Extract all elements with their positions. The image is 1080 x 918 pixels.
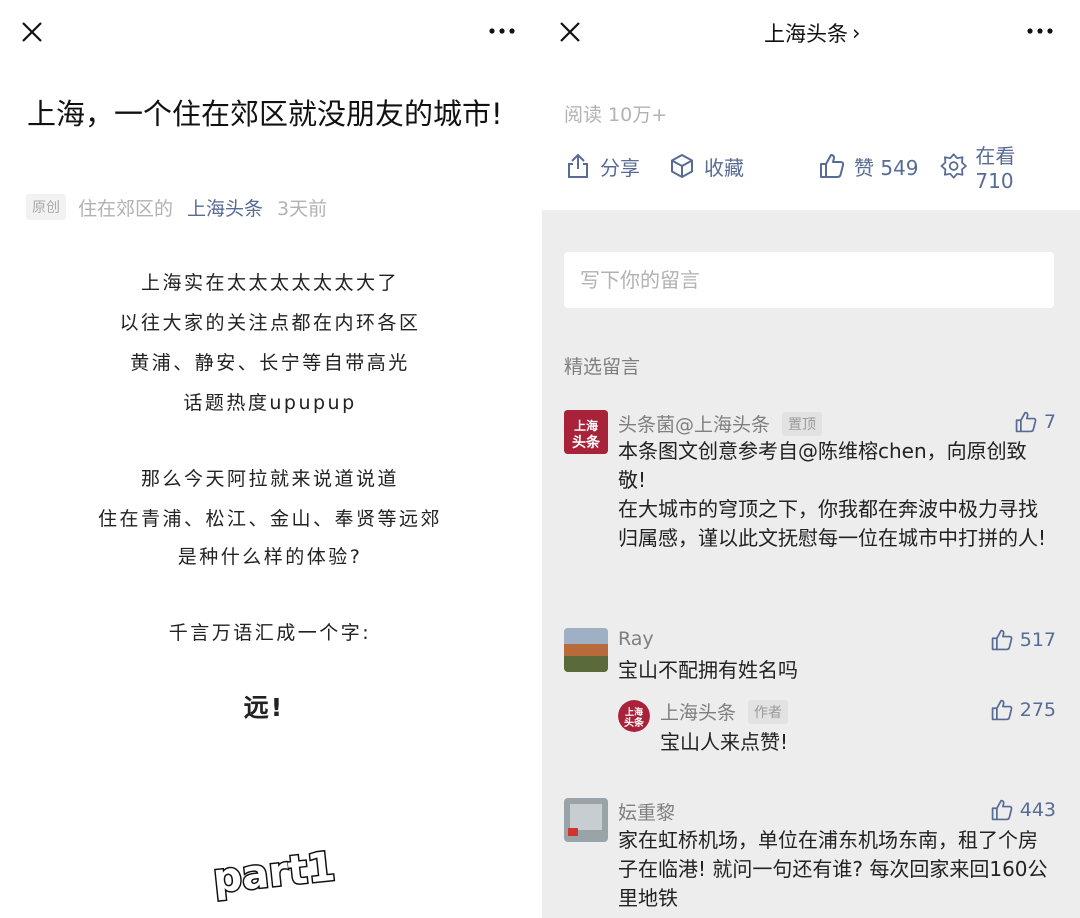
more-icon[interactable] bbox=[488, 24, 516, 38]
like-button[interactable]: 赞 549 bbox=[818, 146, 919, 186]
poem-line: 千言万语汇成一个字: bbox=[168, 622, 372, 644]
comment-item: Ray 517 宝山不配拥有姓名吗 bbox=[564, 628, 1056, 688]
comments-section: 写下你的留言 精选留言 上海 头条 头条菌@上海头条 置顶 7 本条图文创意参考… bbox=[542, 210, 1080, 918]
thumbs-up-icon bbox=[1015, 411, 1037, 433]
account-link[interactable]: 上海头条 bbox=[187, 194, 263, 221]
share-button[interactable]: 分享 bbox=[564, 146, 640, 186]
comment-like-button[interactable]: 7 bbox=[1014, 410, 1056, 434]
commenter-name[interactable]: Ray bbox=[618, 628, 654, 650]
avatar[interactable] bbox=[564, 628, 608, 672]
comments-panel: 上海头条 › 阅读 10万+ 分享 收藏 赞 549 在看 710 写下你的留言… bbox=[542, 0, 1080, 918]
poem-line: 话题热度upupup bbox=[183, 392, 357, 414]
watching-button[interactable]: 在看 710 bbox=[940, 144, 1058, 193]
cube-icon bbox=[671, 154, 693, 178]
svg-text:头条: 头条 bbox=[624, 716, 645, 729]
commenter-name-text: 上海头条 bbox=[660, 702, 737, 724]
avatar[interactable] bbox=[564, 798, 608, 842]
thumbs-up-icon bbox=[991, 799, 1013, 821]
svg-text:头条: 头条 bbox=[572, 434, 601, 451]
featured-comments-label: 精选留言 bbox=[564, 356, 641, 378]
comment-like-button[interactable]: 517 bbox=[990, 628, 1056, 652]
comment-text: 宝山不配拥有姓名吗 bbox=[618, 658, 798, 682]
landscape-avatar-icon bbox=[564, 628, 608, 672]
brand-logo-icon: 上海 头条 bbox=[564, 410, 608, 454]
author-tag: 作者 bbox=[748, 699, 789, 724]
article-title: 上海，一个住在郊区就没朋友的城市! bbox=[27, 97, 503, 131]
poem-line: 是种什么样的体验? bbox=[177, 546, 363, 568]
commenter-name[interactable]: 上海头条 作者 bbox=[660, 698, 789, 725]
comment-like-count: 517 bbox=[1019, 629, 1056, 651]
svg-text:上海: 上海 bbox=[625, 706, 643, 718]
read-count: 阅读 10万+ bbox=[564, 104, 668, 126]
comment-like-button[interactable]: 275 bbox=[990, 698, 1056, 722]
poem-line: 以往大家的关注点都在内环各区 bbox=[119, 312, 421, 334]
comment-item: 上海 头条 头条菌@上海头条 置顶 7 本条图文创意参考自@陈维榕chen，向原… bbox=[564, 410, 1056, 590]
share-icon bbox=[568, 153, 588, 178]
author-name: 住在郊区的 bbox=[78, 197, 174, 220]
article-meta: 原创 住在郊区的 上海头条 3天前 bbox=[26, 193, 327, 221]
comment-like-button[interactable]: 443 bbox=[990, 798, 1056, 822]
thumbs-up-icon bbox=[991, 629, 1013, 651]
part-logo: part1 bbox=[212, 842, 336, 904]
account-title-text: 上海头条 bbox=[764, 22, 848, 46]
part-logo-text: part1 bbox=[212, 844, 336, 903]
poem-line: 住在青浦、松江、金山、奉贤等远郊 bbox=[97, 508, 442, 530]
chevron-right-icon: › bbox=[852, 21, 861, 45]
avatar[interactable]: 上海 头条 bbox=[618, 700, 650, 732]
pinned-tag: 置顶 bbox=[782, 411, 823, 436]
photo-avatar-icon bbox=[564, 798, 608, 842]
svg-text:上海: 上海 bbox=[574, 418, 598, 433]
avatar[interactable]: 上海 头条 bbox=[564, 410, 608, 454]
comment-like-count: 275 bbox=[1019, 699, 1056, 721]
comment-input[interactable]: 写下你的留言 bbox=[564, 252, 1054, 308]
emphasis-text: 远! bbox=[243, 693, 285, 722]
commenter-name[interactable]: 妘重黎 bbox=[618, 798, 675, 825]
action-bar: 分享 收藏 赞 549 在看 710 bbox=[564, 144, 1058, 193]
author-reply: 上海 头条 上海头条 作者 275 宝山人来点赞! bbox=[618, 698, 1056, 758]
comment-item: 妘重黎 443 家在虹桥机场，单位在浦东机场东南，租了个房子在临港! 就问一句还… bbox=[564, 798, 1056, 918]
commenter-name-text: 头条菌@上海头条 bbox=[618, 414, 771, 436]
like-count: 赞 549 bbox=[854, 155, 919, 180]
publish-time: 3天前 bbox=[277, 197, 328, 220]
comment-like-count: 443 bbox=[1019, 799, 1056, 821]
poem-line: 黄浦、静安、长宁等自带高光 bbox=[130, 352, 410, 374]
comment-text: 家在虹桥机场，单位在浦东机场东南，租了个房子在临港! 就问一句还有谁? 每次回家… bbox=[618, 828, 1048, 910]
collect-label: 收藏 bbox=[704, 155, 744, 180]
comment-text: 宝山人来点赞! bbox=[660, 730, 789, 754]
close-icon[interactable] bbox=[558, 20, 582, 44]
share-label: 分享 bbox=[600, 155, 640, 180]
more-icon[interactable] bbox=[1026, 24, 1054, 38]
article-panel: 上海，一个住在郊区就没朋友的城市! 原创 住在郊区的 上海头条 3天前 上海实在… bbox=[0, 0, 540, 918]
collect-button[interactable]: 收藏 bbox=[668, 146, 744, 186]
account-title[interactable]: 上海头条 › bbox=[764, 18, 860, 48]
watching-icon bbox=[940, 153, 967, 179]
thumbs-up-icon bbox=[820, 154, 845, 178]
comment-text: 本条图文创意参考自@陈维榕chen，向原创致敬! 在大城市的穹顶之下，你我都在奔… bbox=[618, 439, 1047, 550]
original-badge: 原创 bbox=[26, 194, 66, 220]
brand-logo-icon: 上海 头条 bbox=[618, 700, 650, 732]
commenter-name[interactable]: 头条菌@上海头条 置顶 bbox=[618, 410, 823, 437]
poem-line: 那么今天阿拉就来说道说道 bbox=[140, 468, 399, 490]
watching-count: 在看 710 bbox=[975, 143, 1016, 193]
close-icon[interactable] bbox=[20, 20, 44, 44]
comment-like-count: 7 bbox=[1043, 411, 1056, 433]
poem-line: 上海实在太太太太太太大了 bbox=[140, 272, 399, 294]
thumbs-up-icon bbox=[991, 699, 1013, 721]
